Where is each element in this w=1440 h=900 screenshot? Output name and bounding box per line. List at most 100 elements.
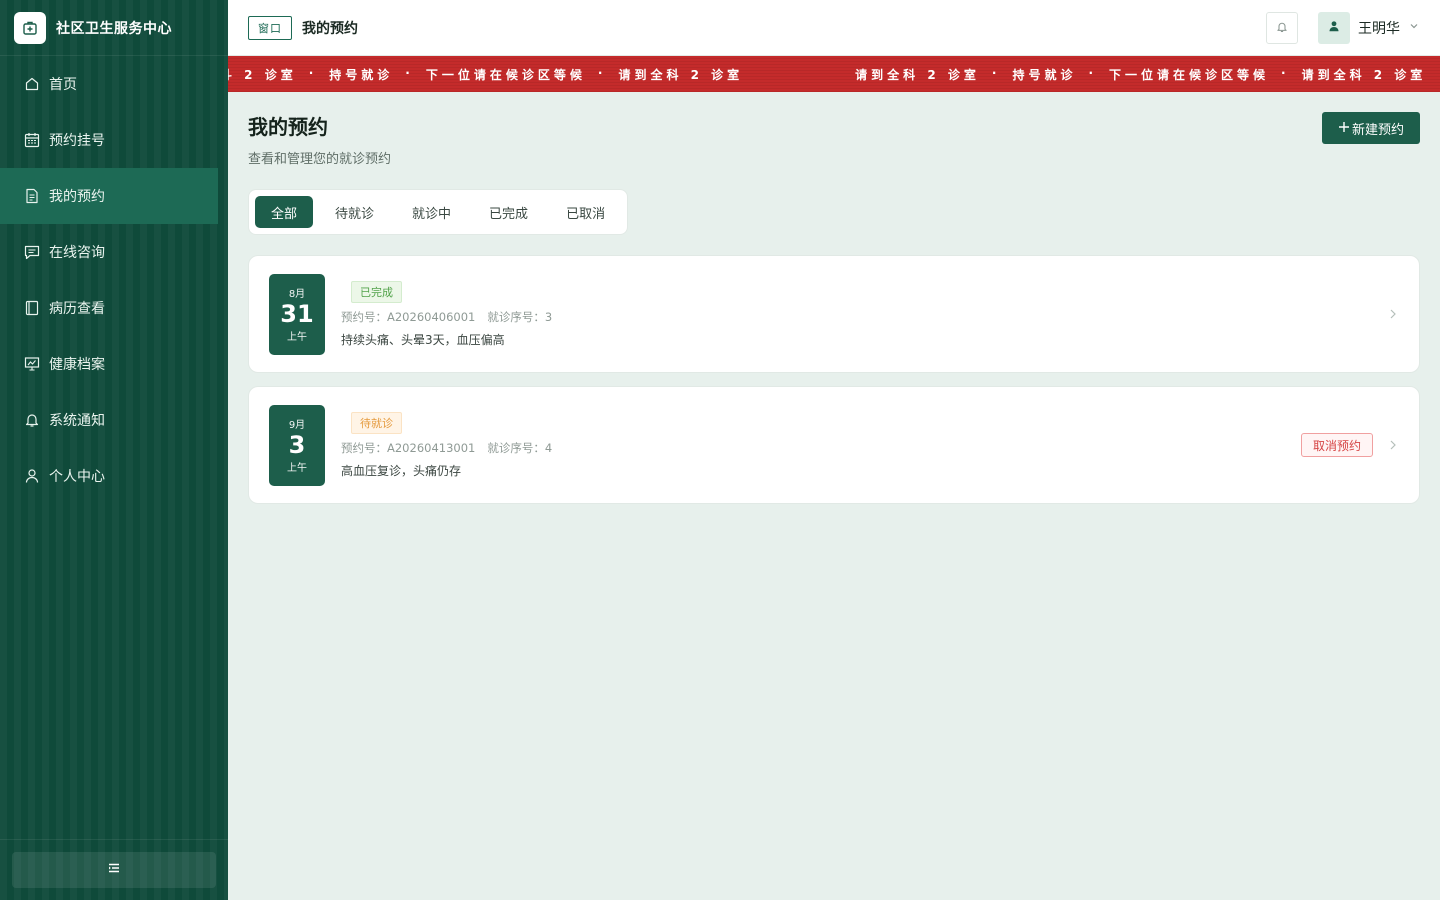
page-heading: 我的预约 查看和管理您的就诊预约 bbox=[248, 112, 391, 167]
card-actions bbox=[1387, 308, 1399, 320]
page-title: 我的预约 bbox=[248, 115, 328, 139]
queue-number: 就诊序号：4 bbox=[487, 440, 552, 456]
ticker-text: 下一位请在候诊区等候 bbox=[425, 67, 586, 82]
chat-icon bbox=[24, 244, 40, 260]
queue-number-label: 就诊序号： bbox=[487, 309, 545, 324]
user-name: 王明华 bbox=[1358, 20, 1400, 37]
chevron-down-icon bbox=[1408, 20, 1420, 36]
sidebar-item-records[interactable]: 病历查看 bbox=[0, 280, 228, 336]
appointment-info: 已完成 预约号：A20260406001 就诊序号：3 持续头痛、头晕3天，血压… bbox=[341, 280, 552, 348]
tab-pending[interactable]: 待就诊 bbox=[319, 196, 390, 228]
sidebar-item-notifications[interactable]: 系统通知 bbox=[0, 392, 228, 448]
brand-name: 社区卫生服务中心 bbox=[56, 20, 172, 37]
book-icon bbox=[24, 300, 40, 316]
brand: 社区卫生服务中心 bbox=[0, 0, 228, 56]
date-period: 上午 bbox=[287, 332, 307, 343]
date-day: 31 bbox=[280, 300, 314, 328]
sidebar-item-label: 在线咨询 bbox=[49, 245, 105, 261]
sidebar-item-label: 个人中心 bbox=[49, 469, 105, 485]
appointment-card[interactable]: 8月 31 上午 已完成 预约号：A20260406001 就诊序号：3 持续头… bbox=[248, 255, 1420, 373]
sidebar-item-booking[interactable]: 预约挂号 bbox=[0, 112, 228, 168]
date-day: 3 bbox=[288, 431, 306, 459]
appointment-number-value: A20260406001 bbox=[387, 309, 476, 324]
appointment-meta: 预约号：A20260406001 就诊序号：3 bbox=[341, 309, 552, 325]
appointment-list: 8月 31 上午 已完成 预约号：A20260406001 就诊序号：3 持续头… bbox=[248, 255, 1420, 504]
topbar: 窗口 我的预约 王明华 bbox=[228, 0, 1440, 56]
menu-collapse-icon bbox=[107, 861, 121, 879]
tab-cancelled[interactable]: 已取消 bbox=[550, 196, 621, 228]
page-subtitle: 查看和管理您的就诊预约 bbox=[248, 152, 392, 167]
date-badge: 9月 3 上午 bbox=[269, 404, 325, 486]
plus-icon bbox=[1338, 121, 1350, 136]
sidebar-item-consult[interactable]: 在线咨询 bbox=[0, 224, 228, 280]
main-area: 窗口 我的预约 王明华 斗 2 诊室· 持号就诊· 下一位请在候诊区等 bbox=[228, 0, 1440, 900]
ticker-separator: · bbox=[991, 65, 1001, 80]
date-month: 9月 bbox=[288, 420, 306, 431]
sidebar-item-label: 首页 bbox=[49, 77, 77, 93]
sidebar-item-my-appointments[interactable]: 我的预约 bbox=[0, 168, 218, 224]
ticker-text: 请到全科 2 诊室 bbox=[618, 67, 744, 82]
window-tag: 窗口 bbox=[248, 15, 292, 40]
notification-button[interactable] bbox=[1266, 11, 1298, 44]
appointment-meta: 预约号：A20260413001 就诊序号：4 bbox=[341, 440, 552, 456]
tab-completed[interactable]: 已完成 bbox=[473, 196, 544, 228]
date-period: 上午 bbox=[287, 463, 307, 474]
appointment-number: 预约号：A20260406001 bbox=[341, 309, 475, 325]
chevron-right-icon[interactable] bbox=[1387, 439, 1399, 451]
bell-icon bbox=[24, 412, 40, 428]
ticker-separator: · bbox=[308, 65, 318, 80]
date-badge: 8月 31 上午 bbox=[269, 273, 325, 355]
appointment-card[interactable]: 9月 3 上午 待就诊 预约号：A20260413001 就诊序号：4 高血压复… bbox=[248, 386, 1420, 504]
tab-in-progress[interactable]: 就诊中 bbox=[396, 196, 467, 228]
new-appointment-button[interactable]: 新建预约 bbox=[1321, 112, 1420, 144]
queue-number-value: 3 bbox=[544, 309, 553, 324]
ticker-text: 请到全科 2 诊室 bbox=[855, 67, 980, 82]
user-menu[interactable]: 王明华 bbox=[1318, 11, 1420, 44]
sidebar-item-label: 我的预约 bbox=[49, 189, 105, 205]
home-icon bbox=[24, 76, 40, 92]
new-appointment-label: 新建预约 bbox=[1351, 121, 1404, 137]
user-avatar-icon bbox=[1328, 20, 1340, 36]
ticker-track: 斗 2 诊室 · 持号就诊 · 下一位请在候诊区等候 · 请到全科 2 诊室 请到全科… bbox=[228, 66, 1426, 83]
calendar-icon bbox=[24, 132, 40, 148]
sidebar-nav: 首页 预约挂号 我的预约 在线咨询 病历查看 健康档案 系统通知 个人中心 bbox=[0, 56, 228, 504]
tab-all[interactable]: 全部 bbox=[255, 196, 314, 228]
appointment-description: 持续头痛、头晕3天，血压偏高 bbox=[341, 332, 505, 347]
topbar-title: 我的预约 bbox=[302, 20, 358, 37]
sidebar: 社区卫生服务中心 首页 预约挂号 我的预约 在线咨询 病历查看 健康档案 系统通… bbox=[0, 0, 228, 900]
user-icon bbox=[24, 468, 40, 484]
ticker-separator: · bbox=[597, 65, 607, 80]
queue-number-value: 4 bbox=[544, 440, 553, 455]
bell-icon bbox=[1276, 18, 1288, 37]
sidebar-item-home[interactable]: 首页 bbox=[0, 56, 228, 112]
sidebar-item-label: 病历查看 bbox=[49, 301, 105, 317]
sidebar-item-label: 系统通知 bbox=[49, 413, 105, 429]
sidebar-item-label: 预约挂号 bbox=[49, 133, 105, 149]
appointment-number: 预约号：A20260413001 bbox=[341, 440, 475, 456]
ticker-text: 请到全科 2 诊室 bbox=[1301, 67, 1427, 82]
date-month: 8月 bbox=[288, 289, 306, 300]
announcement-ticker: 斗 2 诊室 · 持号就诊 · 下一位请在候诊区等候 · 请到全科 2 诊室 请到全科… bbox=[228, 56, 1440, 92]
avatar bbox=[1318, 11, 1350, 44]
page-header: 我的预约 查看和管理您的就诊预约 新建预约 bbox=[248, 112, 1420, 167]
queue-number: 就诊序号：3 bbox=[487, 309, 552, 325]
appointment-number-label: 预约号： bbox=[341, 309, 387, 324]
sidebar-item-profile[interactable]: 个人中心 bbox=[0, 448, 228, 504]
status-tabs: 全部 待就诊 就诊中 已完成 已取消 bbox=[248, 189, 629, 235]
ticker-text: 持号就诊 bbox=[329, 67, 394, 82]
appointment-description: 高血压复诊，头痛仍存 bbox=[341, 463, 462, 478]
ticker-separator: · bbox=[1281, 65, 1290, 80]
cancel-appointment-button[interactable]: 取消预约 bbox=[1300, 433, 1373, 457]
status-badge: 已完成 bbox=[351, 280, 402, 303]
chart-board-icon bbox=[24, 356, 40, 372]
topbar-right: 王明华 bbox=[1266, 11, 1420, 44]
sidebar-item-health-file[interactable]: 健康档案 bbox=[0, 336, 228, 392]
ticker-text: 下一位请在候诊区等候 bbox=[1109, 67, 1270, 82]
ticker-separator: · bbox=[1088, 65, 1098, 80]
card-actions: 取消预约 bbox=[1300, 433, 1399, 457]
chevron-right-icon[interactable] bbox=[1387, 308, 1399, 320]
appointment-number-label: 预约号： bbox=[341, 440, 387, 455]
sidebar-collapse-button[interactable] bbox=[12, 852, 216, 888]
document-icon bbox=[24, 188, 40, 204]
medical-case-icon bbox=[14, 11, 46, 44]
